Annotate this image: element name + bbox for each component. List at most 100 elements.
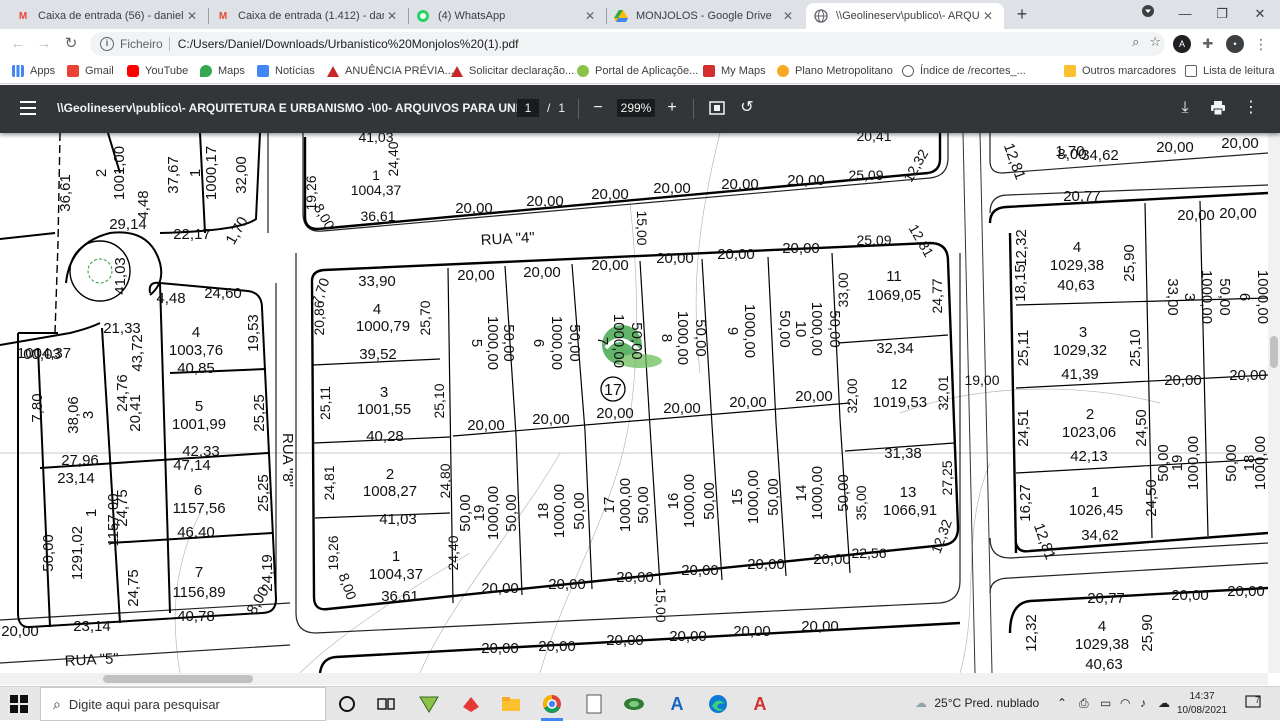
app-triangle-icon[interactable] <box>418 693 440 715</box>
svg-text:20,00: 20,00 <box>596 405 634 422</box>
edge-icon[interactable] <box>707 693 729 715</box>
svg-text:20,00: 20,00 <box>721 176 759 193</box>
info-icon[interactable]: i <box>100 37 114 51</box>
new-tab-button[interactable]: + <box>1012 4 1032 24</box>
svg-text:20,00: 20,00 <box>1219 205 1257 222</box>
tab-whatsapp[interactable]: (4) WhatsApp ✕ <box>408 3 606 29</box>
taskbar-search-box[interactable]: ⌕ Digite aqui para pesquisar <box>40 687 326 721</box>
browser-menu-icon[interactable]: ⋮ <box>1252 35 1270 53</box>
scrollbar-thumb[interactable] <box>103 675 253 683</box>
close-icon[interactable]: ✕ <box>384 9 400 23</box>
svg-text:20,00: 20,00 <box>656 250 694 267</box>
fit-page-icon[interactable] <box>706 97 728 119</box>
maximize-button[interactable]: ❐ <box>1210 4 1234 24</box>
minimize-button[interactable]: — <box>1173 4 1197 24</box>
svg-text:2: 2 <box>93 169 110 177</box>
notifications-icon[interactable]: 7 <box>1244 695 1262 713</box>
horizontal-scrollbar[interactable] <box>0 673 1268 685</box>
bookmark-gmail[interactable]: Gmail <box>67 63 114 79</box>
task-view-icon[interactable] <box>375 693 397 715</box>
battery-icon[interactable]: ▭ <box>1100 696 1111 710</box>
bookmark-other[interactable]: Outros marcadores <box>1064 63 1176 79</box>
svg-text:40,28: 40,28 <box>366 428 404 445</box>
svg-text:12,81: 12,81 <box>906 221 937 260</box>
tab-gmail-1[interactable]: M Caixa de entrada (56) - daniel@ ✕ <box>8 3 208 29</box>
bookmark-portal[interactable]: Portal de Aplicaçõe... <box>577 63 698 79</box>
svg-text:24,60: 24,60 <box>204 285 242 302</box>
chrome-icon[interactable] <box>541 693 563 715</box>
pdf-canvas[interactable]: RUA "4" RUA "8" RUA "5" 17 33,90 4 1000,… <box>0 133 1268 673</box>
close-window-button[interactable]: ✕ <box>1248 4 1272 24</box>
extensions-puzzle-icon[interactable]: ✚ <box>1199 35 1217 53</box>
close-icon[interactable]: ✕ <box>980 9 996 23</box>
svg-text:4: 4 <box>1073 239 1081 256</box>
svg-text:1000,00: 1000,00 <box>1252 436 1268 490</box>
svg-text:34,62: 34,62 <box>1081 527 1119 544</box>
system-clock[interactable]: 14:37 10/08/2021 <box>1172 690 1232 718</box>
profile-avatar[interactable]: • <box>1226 35 1244 53</box>
bookmark-apps[interactable]: Apps <box>12 63 55 79</box>
onedrive-icon[interactable]: ☁ <box>1158 696 1170 710</box>
address-url[interactable]: C:/Users/Daniel/Downloads/Urbanistico%20… <box>178 37 519 51</box>
address-bar[interactable]: i Ficheiro C:/Users/Daniel/Downloads/Urb… <box>90 32 1165 56</box>
tray-chevron-icon[interactable]: ⌃ <box>1057 696 1067 710</box>
zoom-input[interactable]: 299% <box>617 99 655 117</box>
scrollbar-thumb[interactable] <box>1270 336 1278 368</box>
forward-icon[interactable]: → <box>34 34 54 54</box>
svg-text:33,90: 33,90 <box>358 273 396 290</box>
close-icon[interactable]: ✕ <box>780 9 796 23</box>
bookmark-indice[interactable]: Índice de /recortes_... <box>902 63 1026 79</box>
app-leaf-icon[interactable] <box>623 693 645 715</box>
app-sketchup-icon[interactable] <box>460 693 482 715</box>
bookmark-mymaps[interactable]: My Maps <box>703 63 766 79</box>
bookmark-youtube[interactable]: YouTube <box>127 63 188 79</box>
svg-text:20,00: 20,00 <box>669 628 707 645</box>
cortana-icon[interactable] <box>336 693 358 715</box>
svg-text:1000,00: 1000,00 <box>617 478 634 532</box>
menu-icon[interactable] <box>20 101 36 115</box>
more-options-icon[interactable]: ⋮ <box>1240 97 1262 119</box>
wifi-icon[interactable]: ◠ <box>1120 696 1130 710</box>
bookmark-star-icon[interactable]: ☆ <box>1149 34 1161 50</box>
svg-text:1,70: 1,70 <box>222 214 251 248</box>
autocad-red-icon[interactable]: A <box>749 693 771 715</box>
search-icon: ⌕ <box>53 695 61 712</box>
tab-pdf[interactable]: \\Geolineserv\publico\- ARQUITE ✕ <box>806 3 1004 29</box>
bookmark-solicitar[interactable]: Solicitar declaração... <box>451 63 574 79</box>
extension-a-icon[interactable]: A <box>1173 35 1191 53</box>
svg-text:20,00: 20,00 <box>481 640 519 657</box>
svg-text:25,09: 25,09 <box>856 232 891 248</box>
reload-icon[interactable]: ↻ <box>61 34 81 54</box>
zoom-out-button[interactable]: − <box>587 97 609 119</box>
bookmark-anuencia[interactable]: ANUÊNCIA PRÉVIA... <box>327 63 454 79</box>
zoom-in-button[interactable]: + <box>661 97 683 119</box>
download-icon[interactable]: ⤓ <box>1174 97 1196 119</box>
tab-gmail-2[interactable]: M Caixa de entrada (1.412) - daniel ✕ <box>208 3 408 29</box>
file-explorer-icon[interactable] <box>500 693 522 715</box>
zoom-icon[interactable]: ⌕ <box>1132 34 1139 50</box>
vertical-scrollbar[interactable] <box>1268 133 1280 673</box>
tab-drive[interactable]: MONJOLOS - Google Drive ✕ <box>606 3 804 29</box>
rotate-icon[interactable]: ↺ <box>736 97 758 119</box>
svg-text:33,00: 33,00 <box>835 272 851 307</box>
page-number-input[interactable]: 1 <box>517 99 539 117</box>
svg-text:27,96: 27,96 <box>61 452 99 469</box>
document-icon[interactable] <box>583 693 605 715</box>
bookmark-reading-list[interactable]: Lista de leitura <box>1185 63 1275 79</box>
volume-icon[interactable]: ♪ <box>1140 696 1146 710</box>
close-icon[interactable]: ✕ <box>184 9 200 23</box>
svg-text:1000,00: 1000,00 <box>1198 270 1215 324</box>
autocad-a-icon[interactable]: A <box>666 693 688 715</box>
tab-search-icon[interactable] <box>1136 4 1160 24</box>
print-icon[interactable] <box>1207 97 1229 119</box>
svg-text:40,78: 40,78 <box>177 608 215 625</box>
bookmark-plano[interactable]: Plano Metropolitano <box>777 63 893 79</box>
weather-widget[interactable]: ☁ 25°C Pred. nublado <box>915 696 1039 710</box>
close-icon[interactable]: ✕ <box>582 9 598 23</box>
bookmark-maps[interactable]: Maps <box>200 63 245 79</box>
tray-meet-icon[interactable]: ⎙ <box>1079 696 1089 711</box>
bookmark-news[interactable]: Notícias <box>257 63 315 79</box>
start-windows-icon[interactable] <box>10 695 28 713</box>
svg-text:23,14: 23,14 <box>57 470 95 487</box>
back-icon[interactable]: ← <box>8 34 28 54</box>
